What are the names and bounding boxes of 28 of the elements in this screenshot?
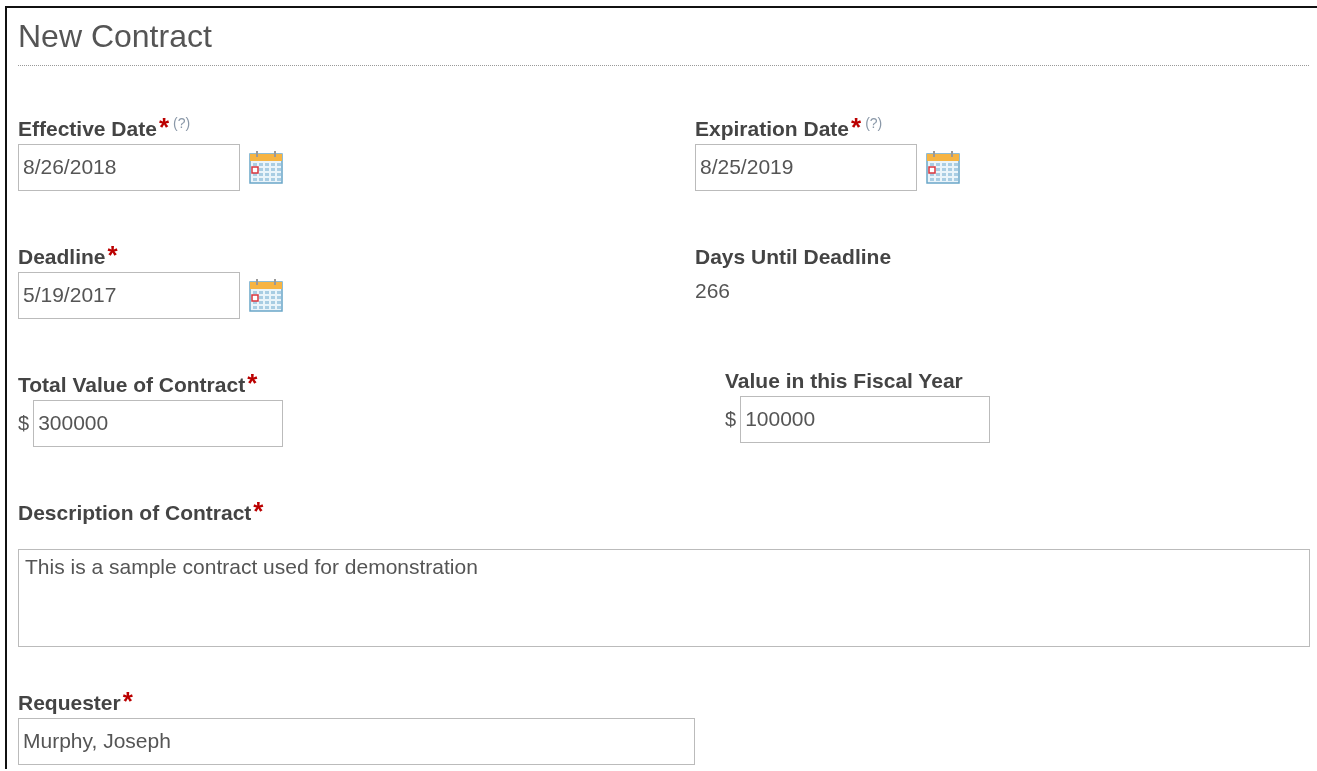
form-title: New Contract xyxy=(18,18,212,55)
field-label: Days Until Deadline xyxy=(695,245,892,269)
field-label: Requester xyxy=(18,691,121,715)
required-mark: * xyxy=(247,371,258,395)
date-field[interactable]: 8/26/2018 xyxy=(18,143,240,191)
field-label: Expiration Date xyxy=(695,117,850,141)
required-mark: * xyxy=(253,499,264,523)
requester-field[interactable]: Murphy, Joseph xyxy=(18,717,695,765)
amount-field[interactable]: 100000 xyxy=(740,395,991,443)
field-label: Description of Contract xyxy=(18,501,252,525)
date-field[interactable]: 8/25/2019 xyxy=(695,143,917,191)
required-mark: * xyxy=(122,689,133,713)
currency-symbol: $ xyxy=(18,411,30,435)
description-field[interactable]: This is a sample contract used for demonstration xyxy=(18,549,1310,647)
field-label: Total Value of Contract xyxy=(18,373,246,397)
calendar-icon[interactable] xyxy=(926,150,960,184)
field-label: Value in this Fiscal Year xyxy=(725,369,963,393)
field-label: Effective Date xyxy=(18,117,157,141)
required-mark: * xyxy=(158,115,169,139)
date-field[interactable]: 5/19/2017 xyxy=(18,271,240,319)
currency-symbol: $ xyxy=(725,407,737,431)
calendar-icon[interactable] xyxy=(249,150,283,184)
field-label: Deadline xyxy=(18,245,106,269)
calendar-icon[interactable] xyxy=(249,278,283,312)
required-mark: * xyxy=(851,115,862,139)
required-mark: * xyxy=(107,243,118,267)
amount-field[interactable]: 300000 xyxy=(33,399,284,447)
field-value: 266 xyxy=(695,279,731,303)
